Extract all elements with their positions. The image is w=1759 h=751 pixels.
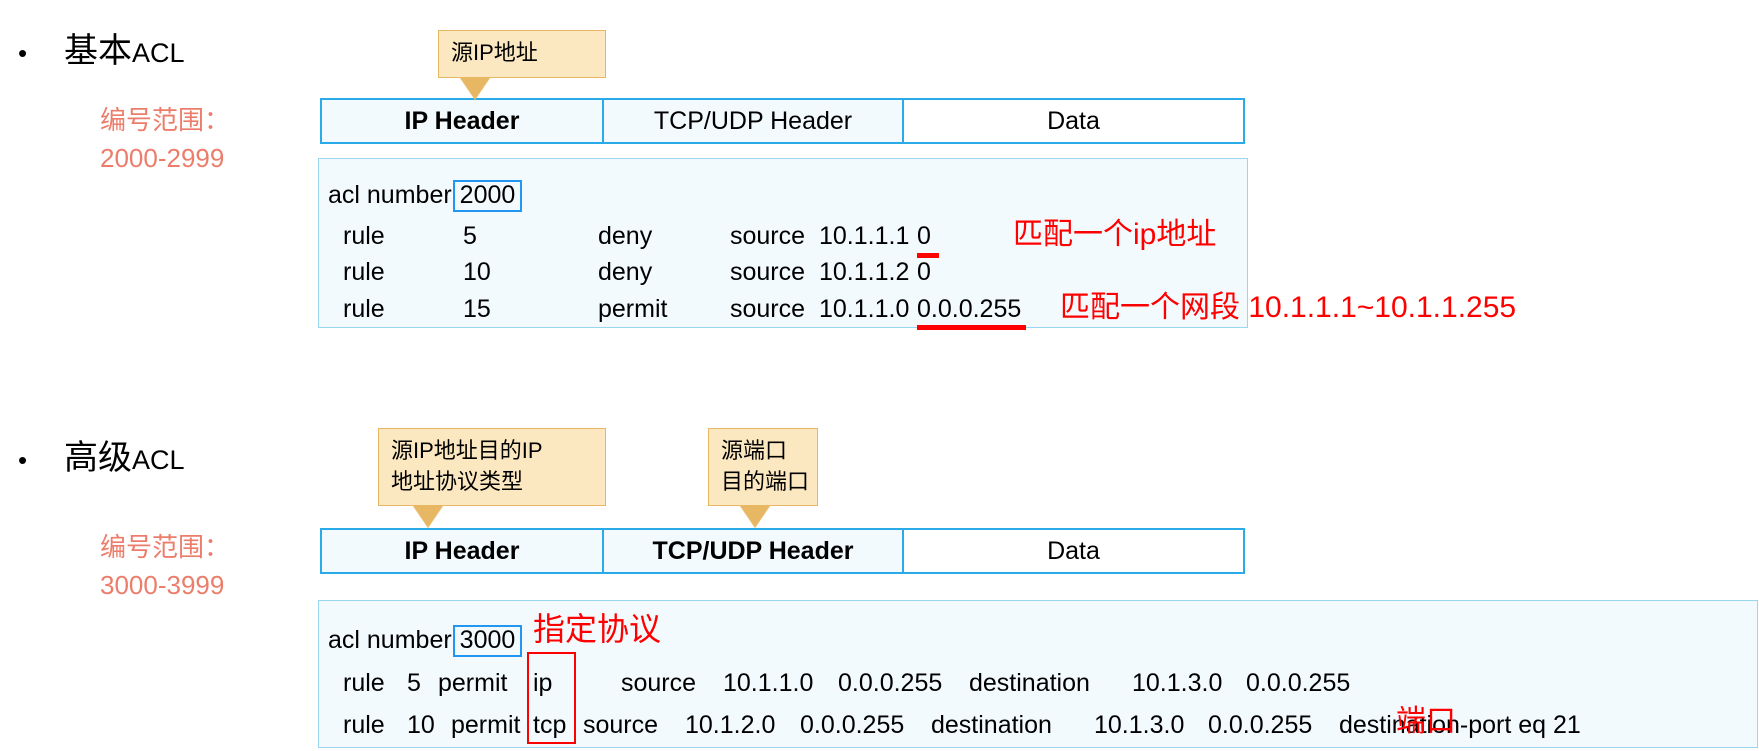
source-ip-callout: 源IP地址: [438, 30, 606, 78]
basic-acl-range-value: 2000-2999: [100, 143, 225, 174]
advanced-packet-strip: IP Header TCP/UDP Header Data: [320, 528, 1245, 574]
basic-acl-range: 编号范围： 2000-2999: [100, 103, 230, 176]
advanced-acl-title-lat: ACL: [132, 445, 185, 475]
basic-acl-number-keyword: acl number: [328, 181, 452, 209]
packet-cell-tcp-udp-header: TCP/UDP Header: [604, 530, 904, 572]
src-dst-ip-proto-callout-line-2: 地址协议类型: [391, 468, 524, 494]
packet-cell-data: Data: [904, 530, 1243, 572]
packet-cell-ip-header: IP Header: [322, 530, 604, 572]
match-subnet-note: 匹配一个网段 10.1.1.1~10.1.1.255: [1060, 291, 1517, 324]
src-dst-ip-proto-callout-line-1: 源IP地址目的IP: [391, 438, 543, 464]
rule-source-keyword: source: [730, 258, 806, 286]
basic-acl-range-label: 编号范围：: [100, 105, 231, 135]
rule-id: 15: [463, 295, 491, 323]
rule-destination-mask: 0.0.0.255: [1208, 711, 1313, 739]
src-dst-ip-proto-callout: 源IP地址目的IP 地址协议类型: [378, 428, 606, 506]
source-ip-callout-line-1: 源IP地址: [451, 40, 538, 66]
rule-action: deny: [598, 258, 653, 286]
rule-keyword: rule: [343, 258, 385, 286]
rule-source-ip: 10.1.2.0: [685, 711, 776, 739]
rule-id: 10: [407, 711, 435, 739]
rule-action: deny: [598, 222, 653, 250]
rule-destination-keyword: destination: [969, 669, 1090, 697]
packet-cell-tcp-udp-header: TCP/UDP Header: [604, 100, 904, 142]
rule-source-ip: 10.1.1.0: [723, 669, 814, 697]
rule-source-ip: 10.1.1.1: [819, 222, 910, 250]
advanced-acl-range-label: 编号范围：: [100, 532, 231, 562]
rule-destination-keyword: destination: [931, 711, 1052, 739]
bullet-icon: •: [18, 38, 28, 68]
rule-keyword: rule: [343, 222, 385, 250]
rule-action: permit: [451, 711, 521, 739]
rule-action: permit: [598, 295, 668, 323]
rule-source-mask: 0.0.0.255: [917, 295, 1022, 323]
rule-source-mask: 0.0.0.255: [838, 669, 943, 697]
src-dst-port-callout-tail: [740, 505, 770, 527]
rule-protocol: tcp: [533, 711, 567, 739]
rule-keyword: rule: [343, 295, 385, 323]
basic-acl-number-value[interactable]: 2000: [452, 180, 523, 212]
advanced-acl-number-line: acl number 3000: [328, 625, 523, 657]
rule-destination-ip: 10.1.3.0: [1132, 669, 1223, 697]
src-dst-port-callout: 源端口 目的端口: [708, 428, 818, 506]
src-dst-ip-proto-callout-tail: [413, 505, 443, 527]
rule-source-keyword: source: [583, 711, 659, 739]
rule-source-mask: 0: [917, 258, 931, 286]
rule-source-mask: 0.0.0.255: [800, 711, 905, 739]
rule-source-ip: 10.1.1.2: [819, 258, 910, 286]
advanced-acl-bullet-heading: • 高级ACL: [18, 439, 185, 477]
specify-protocol-note: 指定协议: [533, 611, 662, 647]
rule-destination-mask: 0.0.0.255: [1246, 669, 1351, 697]
advanced-acl-range-value: 3000-3999: [100, 570, 225, 601]
packet-cell-data: Data: [904, 100, 1243, 142]
rule-id: 10: [463, 258, 491, 286]
rule-source-keyword: source: [730, 222, 806, 250]
basic-acl-title-cn: 基本: [64, 32, 132, 70]
advanced-acl-range: 编号范围： 3000-3999: [100, 530, 230, 603]
rule-source-ip: 10.1.1.0: [819, 295, 910, 323]
rule-keyword: rule: [343, 711, 385, 739]
basic-acl-title-lat: ACL: [132, 38, 185, 68]
basic-acl-bullet-heading: • 基本ACL: [18, 32, 185, 70]
packet-cell-ip-header: IP Header: [322, 100, 604, 142]
rule-destination-ip: 10.1.3.0: [1094, 711, 1185, 739]
source-ip-callout-tail: [460, 77, 490, 99]
rule-id: 5: [463, 222, 477, 250]
src-dst-port-callout-line-1: 源端口: [721, 438, 788, 464]
match-single-ip-note: 匹配一个ip地址: [1013, 218, 1217, 251]
port-note: 端口: [1396, 705, 1456, 738]
bullet-icon: •: [18, 445, 28, 475]
rule-source-keyword: source: [730, 295, 806, 323]
advanced-acl-number-keyword: acl number: [328, 626, 452, 654]
rule-keyword: rule: [343, 669, 385, 697]
src-dst-port-callout-line-2: 目的端口: [721, 468, 810, 494]
rule-id: 5: [407, 669, 421, 697]
advanced-acl-title: 高级ACL: [64, 439, 185, 477]
rule-protocol: ip: [533, 669, 553, 697]
rule-source-mask: 0: [917, 222, 931, 250]
rule-destination-port: destination-port eq 21: [1339, 711, 1581, 739]
rule-source-keyword: source: [621, 669, 697, 697]
advanced-acl-title-cn: 高级: [64, 439, 132, 477]
basic-acl-number-line: acl number 2000: [328, 180, 523, 212]
rule-2-mask-underline: [917, 325, 1026, 330]
basic-packet-strip: IP Header TCP/UDP Header Data: [320, 98, 1245, 144]
basic-acl-title: 基本ACL: [64, 32, 185, 70]
advanced-acl-number-value[interactable]: 3000: [452, 625, 523, 657]
rule-action: permit: [438, 669, 508, 697]
